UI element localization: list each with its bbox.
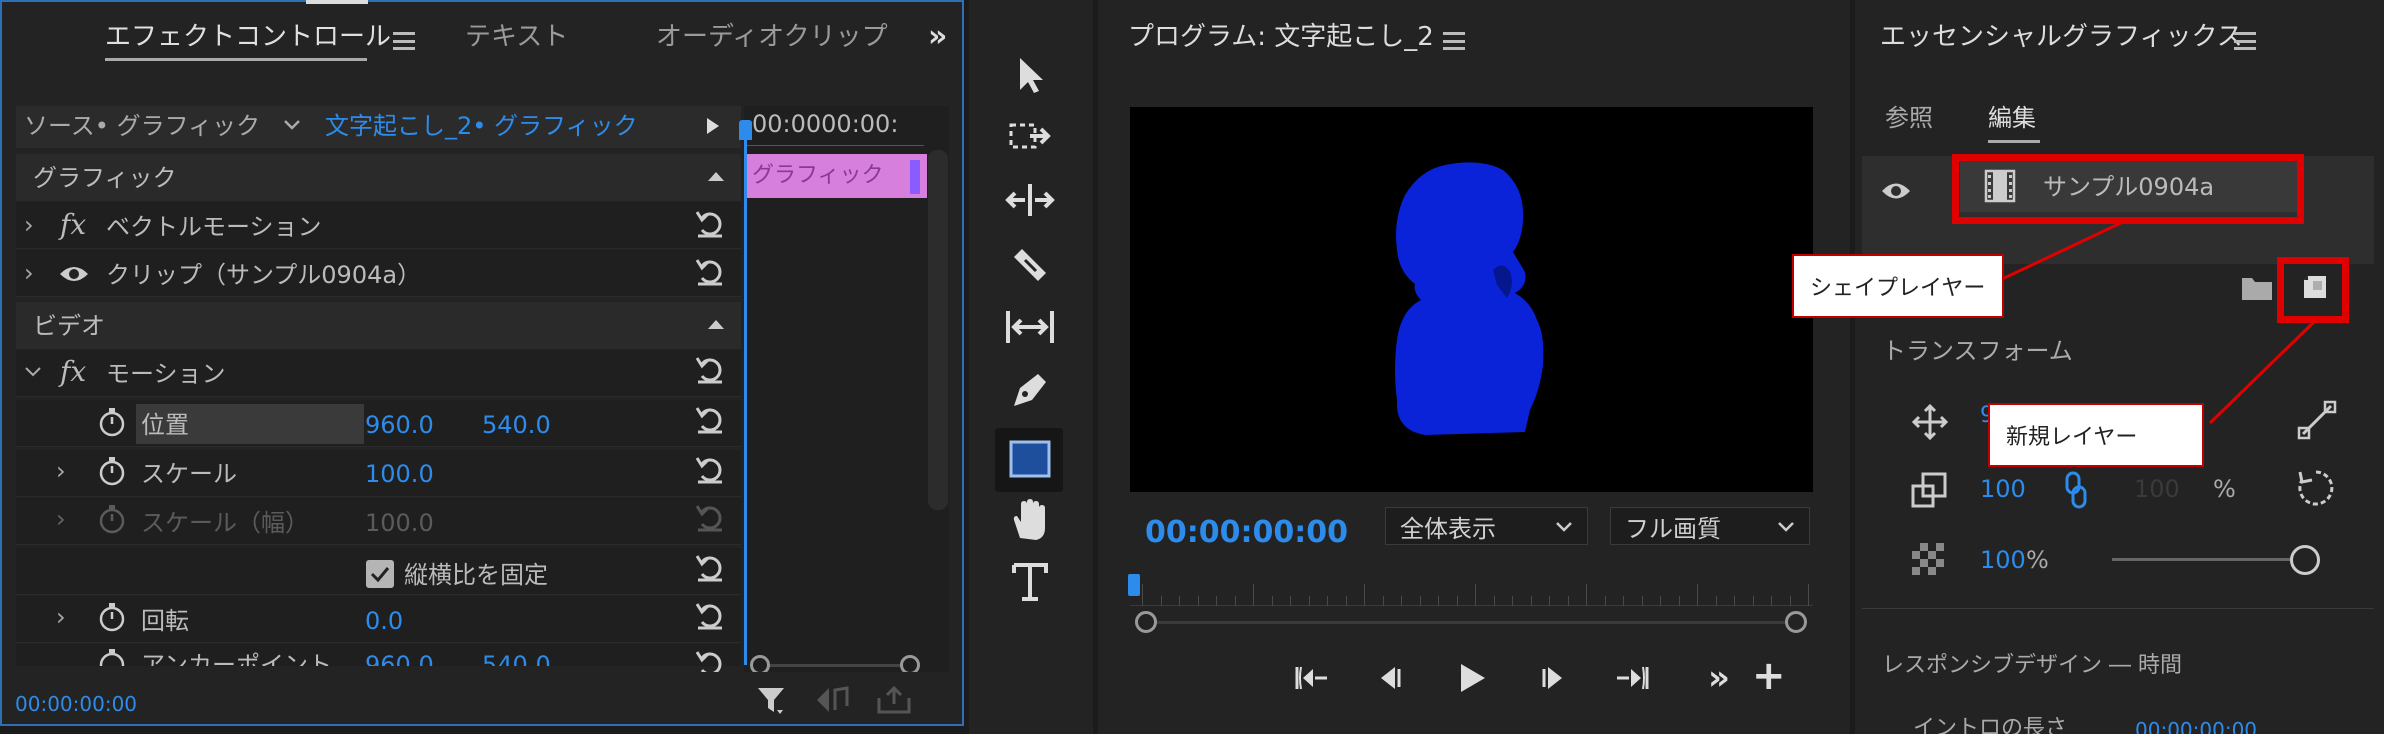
new-layer-callout: 新規レイヤー [1988, 403, 2204, 467]
shape-layer-callout-text: シェイプレイヤー [1810, 276, 1986, 301]
shape-layer-callout: シェイプレイヤー [1792, 254, 2004, 318]
annotation-arrows [1999, 220, 2320, 425]
new-layer-callout-text: 新規レイヤー [2006, 425, 2138, 450]
